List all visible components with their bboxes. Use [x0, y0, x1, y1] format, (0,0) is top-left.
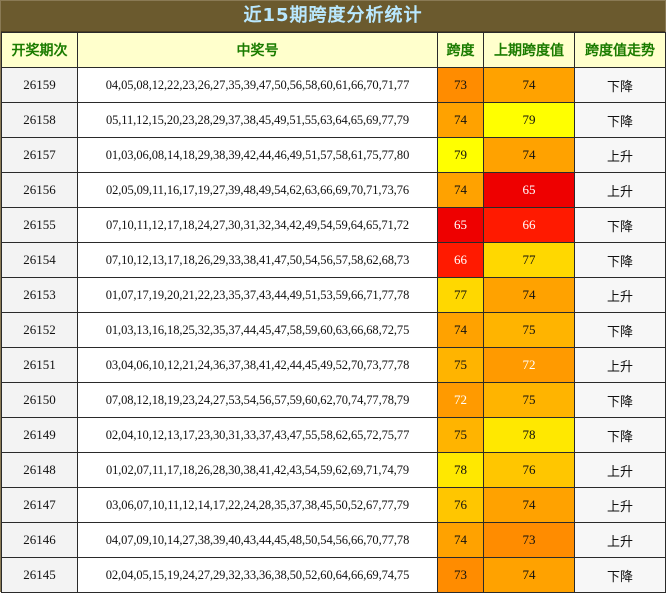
trend-cell: 上升	[574, 452, 666, 488]
table-row: 26149 02,04,10,12,13,17,23,30,31,33,37,43…	[1, 417, 666, 453]
table-row: 26146 04,07,09,10,14,27,38,39,40,43,44,45…	[1, 522, 666, 558]
trend-cell: 下降	[574, 207, 666, 243]
header-trend: 跨度值走势	[574, 32, 666, 68]
table-row: 26158 05,11,12,15,20,23,28,29,37,38,45,49…	[1, 102, 666, 138]
numbers-cell: 01,02,07,11,17,18,26,28,30,38,41,42,43,5…	[77, 452, 438, 488]
span-cell: 66	[437, 242, 484, 278]
issue-cell: 26146	[1, 522, 78, 558]
span-cell: 74	[437, 522, 484, 558]
trend-cell: 下降	[574, 102, 666, 138]
table-row: 26151 03,04,06,10,12,21,24,36,37,38,41,42…	[1, 347, 666, 383]
span-cell: 75	[437, 347, 484, 383]
prev-span-cell: 77	[483, 242, 575, 278]
span-cell: 74	[437, 102, 484, 138]
numbers-cell: 01,03,06,08,14,18,29,38,39,42,44,46,49,5…	[77, 137, 438, 173]
span-cell: 72	[437, 382, 484, 418]
trend-cell: 上升	[574, 522, 666, 558]
span-cell: 74	[437, 172, 484, 208]
numbers-cell: 04,05,08,12,22,23,26,27,35,39,47,50,56,5…	[77, 67, 438, 103]
numbers-cell: 05,11,12,15,20,23,28,29,37,38,45,49,51,5…	[77, 102, 438, 138]
span-stats-table: 开奖期次 中奖号 跨度 上期跨度值 跨度值走势 26159 04,05,08,12…	[1, 32, 666, 593]
issue-cell: 26155	[1, 207, 78, 243]
table-row: 26157 01,03,06,08,14,18,29,38,39,42,44,46…	[1, 137, 666, 173]
issue-cell: 26154	[1, 242, 78, 278]
issue-cell: 26156	[1, 172, 78, 208]
span-cell: 73	[437, 557, 484, 593]
numbers-cell: 03,06,07,10,11,12,14,17,22,24,28,35,37,3…	[77, 487, 438, 523]
span-cell: 75	[437, 417, 484, 453]
prev-span-cell: 79	[483, 102, 575, 138]
table-row: 26145 02,04,05,15,19,24,27,29,32,33,36,38…	[1, 557, 666, 593]
span-cell: 76	[437, 487, 484, 523]
prev-span-cell: 75	[483, 312, 575, 348]
issue-cell: 26147	[1, 487, 78, 523]
issue-cell: 26150	[1, 382, 78, 418]
trend-cell: 下降	[574, 417, 666, 453]
trend-cell: 下降	[574, 312, 666, 348]
issue-cell: 26157	[1, 137, 78, 173]
trend-cell: 上升	[574, 347, 666, 383]
issue-cell: 26145	[1, 557, 78, 593]
numbers-cell: 07,08,12,18,19,23,24,27,53,54,56,57,59,6…	[77, 382, 438, 418]
numbers-cell: 02,04,05,15,19,24,27,29,32,33,36,38,50,5…	[77, 557, 438, 593]
prev-span-cell: 72	[483, 347, 575, 383]
numbers-cell: 02,05,09,11,16,17,19,27,39,48,49,54,62,6…	[77, 172, 438, 208]
table-row: 26147 03,06,07,10,11,12,14,17,22,24,28,35…	[1, 487, 666, 523]
table-row: 26148 01,02,07,11,17,18,26,28,30,38,41,42…	[1, 452, 666, 488]
prev-span-cell: 74	[483, 67, 575, 103]
numbers-cell: 02,04,10,12,13,17,23,30,31,33,37,43,47,5…	[77, 417, 438, 453]
prev-span-cell: 74	[483, 557, 575, 593]
numbers-cell: 03,04,06,10,12,21,24,36,37,38,41,42,44,4…	[77, 347, 438, 383]
issue-cell: 26153	[1, 277, 78, 313]
table-row: 26153 01,07,17,19,20,21,22,23,35,37,43,44…	[1, 277, 666, 313]
span-cell: 78	[437, 452, 484, 488]
trend-cell: 上升	[574, 487, 666, 523]
header-prev-span: 上期跨度值	[483, 32, 575, 68]
prev-span-cell: 74	[483, 137, 575, 173]
header-numbers: 中奖号	[77, 32, 438, 68]
prev-span-cell: 65	[483, 172, 575, 208]
prev-span-cell: 78	[483, 417, 575, 453]
trend-cell: 下降	[574, 382, 666, 418]
prev-span-cell: 76	[483, 452, 575, 488]
issue-cell: 26149	[1, 417, 78, 453]
trend-cell: 下降	[574, 67, 666, 103]
numbers-cell: 04,07,09,10,14,27,38,39,40,43,44,45,48,5…	[77, 522, 438, 558]
prev-span-cell: 75	[483, 382, 575, 418]
table-row: 26159 04,05,08,12,22,23,26,27,35,39,47,50…	[1, 67, 666, 103]
numbers-cell: 01,03,13,16,18,25,32,35,37,44,45,47,58,5…	[77, 312, 438, 348]
issue-cell: 26159	[1, 67, 78, 103]
prev-span-cell: 74	[483, 277, 575, 313]
header-issue: 开奖期次	[1, 32, 78, 68]
issue-cell: 26158	[1, 102, 78, 138]
page-title: 近15期跨度分析统计	[1, 1, 665, 32]
prev-span-cell: 66	[483, 207, 575, 243]
table-row: 26150 07,08,12,18,19,23,24,27,53,54,56,57…	[1, 382, 666, 418]
table-row: 26154 07,10,12,13,17,18,26,29,33,38,41,47…	[1, 242, 666, 278]
prev-span-cell: 73	[483, 522, 575, 558]
header-span: 跨度	[437, 32, 484, 68]
table-row: 26155 07,10,11,12,17,18,24,27,30,31,32,34…	[1, 207, 666, 243]
trend-cell: 上升	[574, 277, 666, 313]
issue-cell: 26151	[1, 347, 78, 383]
numbers-cell: 07,10,12,13,17,18,26,29,33,38,41,47,50,5…	[77, 242, 438, 278]
table-row: 26152 01,03,13,16,18,25,32,35,37,44,45,47…	[1, 312, 666, 348]
prev-span-cell: 74	[483, 487, 575, 523]
stats-panel: 近15期跨度分析统计 开奖期次 中奖号 跨度 上期跨度值 跨度值走势 26159…	[0, 0, 666, 593]
table-row: 26156 02,05,09,11,16,17,19,27,39,48,49,54…	[1, 172, 666, 208]
span-cell: 74	[437, 312, 484, 348]
table-header-row: 开奖期次 中奖号 跨度 上期跨度值 跨度值走势	[1, 32, 666, 68]
trend-cell: 上升	[574, 172, 666, 208]
issue-cell: 26152	[1, 312, 78, 348]
span-cell: 73	[437, 67, 484, 103]
span-cell: 77	[437, 277, 484, 313]
span-cell: 79	[437, 137, 484, 173]
trend-cell: 下降	[574, 242, 666, 278]
span-cell: 65	[437, 207, 484, 243]
trend-cell: 上升	[574, 137, 666, 173]
issue-cell: 26148	[1, 452, 78, 488]
numbers-cell: 07,10,11,12,17,18,24,27,30,31,32,34,42,4…	[77, 207, 438, 243]
trend-cell: 下降	[574, 557, 666, 593]
numbers-cell: 01,07,17,19,20,21,22,23,35,37,43,44,49,5…	[77, 277, 438, 313]
